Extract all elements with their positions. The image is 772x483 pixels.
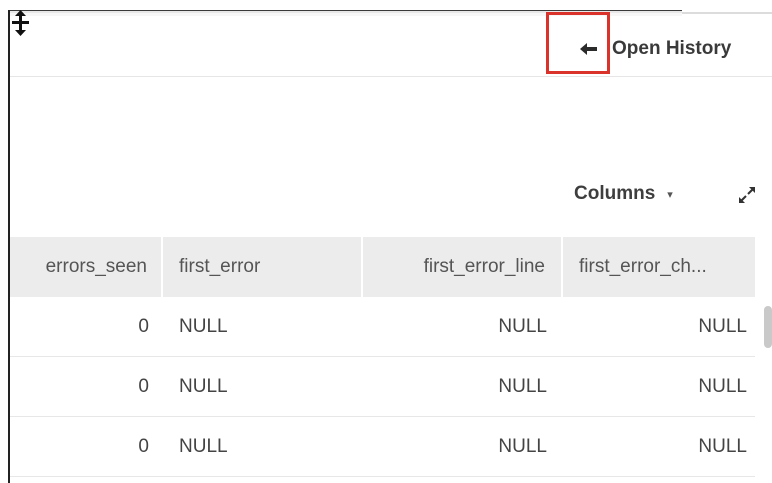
expand-icon[interactable] bbox=[736, 184, 758, 206]
annotation-highlight-box bbox=[546, 12, 610, 74]
table-cell: NULL bbox=[498, 375, 547, 397]
panel-top-divider-end bbox=[682, 12, 772, 14]
table-cell: NULL bbox=[179, 435, 228, 457]
column-header-first-error[interactable]: first_error bbox=[163, 237, 363, 297]
column-header-errors-seen[interactable]: errors_seen bbox=[10, 237, 163, 297]
results-table: errors_seen first_error first_error_line… bbox=[10, 237, 755, 477]
resize-cursor-icon[interactable] bbox=[10, 10, 32, 36]
columns-dropdown[interactable]: Columns ▾ bbox=[574, 180, 673, 208]
table-cell: NULL bbox=[179, 315, 228, 337]
column-header-first-error-line[interactable]: first_error_line bbox=[363, 237, 563, 297]
table-cell: NULL bbox=[498, 315, 547, 337]
table-cell: NULL bbox=[698, 315, 747, 337]
table-cell: NULL bbox=[698, 375, 747, 397]
vertical-scrollbar[interactable] bbox=[764, 306, 772, 348]
results-panel: Open History Columns ▾ errors_seen first… bbox=[0, 0, 772, 483]
table-cell: 0 bbox=[138, 375, 149, 397]
table-header-row: errors_seen first_error first_error_line… bbox=[10, 237, 755, 297]
table-cell: 0 bbox=[138, 435, 149, 457]
table-row[interactable]: 0 NULL NULL NULL bbox=[10, 297, 755, 357]
column-header-first-error-ch[interactable]: first_error_ch... bbox=[563, 237, 755, 297]
table-cell: 0 bbox=[138, 315, 149, 337]
table-row[interactable]: 0 NULL NULL NULL bbox=[10, 357, 755, 417]
table-cell: NULL bbox=[698, 435, 747, 457]
table-row[interactable]: 0 NULL NULL NULL bbox=[10, 417, 755, 477]
columns-label[interactable]: Columns bbox=[574, 183, 655, 205]
chevron-down-icon[interactable]: ▾ bbox=[667, 188, 673, 201]
table-cell: NULL bbox=[179, 375, 228, 397]
header-divider bbox=[10, 76, 772, 77]
table-cell: NULL bbox=[498, 435, 547, 457]
open-history-label[interactable]: Open History bbox=[612, 38, 731, 60]
